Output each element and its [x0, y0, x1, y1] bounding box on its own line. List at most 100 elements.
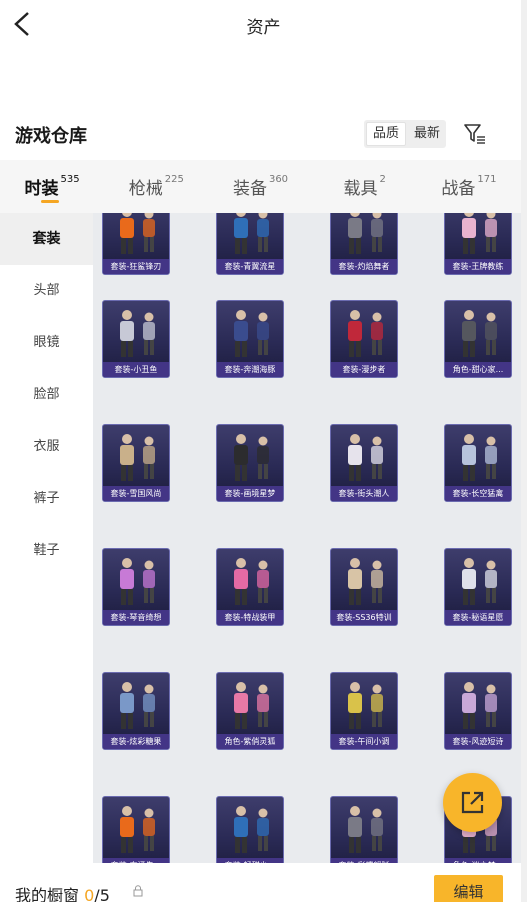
tab-count: 2 [379, 174, 386, 185]
active-tab-indicator [41, 200, 59, 203]
showcase-count: 0 [84, 886, 95, 902]
item-name: 套装-雪国风尚 [103, 486, 169, 501]
item-card[interactable]: 套装-长空猛禽 [444, 424, 512, 502]
showcase-label: 我的橱窗 0/5 [15, 882, 110, 902]
item-card[interactable]: 套装-风迹短诗 [444, 672, 512, 750]
outfit-thumbnail-icon [348, 213, 383, 254]
outfit-thumbnail-icon [462, 213, 497, 254]
subcategory-sidebar: 套装 头部 眼镜 脸部 衣服 裤子 鞋子 [0, 213, 93, 863]
outfit-thumbnail-icon [462, 558, 497, 605]
sidebar-item-head[interactable]: 头部 [0, 265, 93, 317]
outfit-thumbnail-icon [348, 558, 383, 605]
filter-icon[interactable] [463, 122, 487, 146]
tab-label: 装备 [232, 179, 267, 199]
item-card[interactable]: 套装-琴音绮想 [102, 548, 170, 626]
outfit-thumbnail-icon [234, 213, 269, 254]
outfit-thumbnail-icon [348, 806, 383, 853]
item-name: 套装-风迹短诗 [445, 734, 511, 749]
item-card[interactable]: 套装-灼焰舞者 [330, 213, 398, 275]
item-card[interactable]: 套装-奔涌先... [102, 796, 170, 863]
item-name: 角色-紫俏灵狐 [217, 734, 283, 749]
edit-button[interactable]: 编辑 [434, 875, 503, 902]
item-name: 套装-奔潮海豚 [217, 362, 283, 377]
item-name: 套装-SS36特训 [331, 610, 397, 625]
outfit-thumbnail-icon [348, 310, 383, 357]
item-card[interactable]: 套装-SS36特训 [330, 548, 398, 626]
item-name: 套装-王牌教练 [445, 259, 511, 274]
tab-combat-prep[interactable]: 战备 171 [417, 160, 521, 213]
outfit-thumbnail-icon [234, 310, 269, 357]
outfit-thumbnail-icon [348, 434, 383, 481]
showcase-total: /5 [94, 886, 110, 902]
page-scrollbar[interactable] [521, 0, 527, 902]
item-name: 套装-青翼流星 [217, 259, 283, 274]
tab-fashion[interactable]: 时装 535 [0, 160, 104, 213]
sort-option-newest[interactable]: 最新 [408, 120, 446, 148]
tab-label: 战备 [441, 179, 476, 199]
item-name: 套装-炫彩糖果 [103, 734, 169, 749]
item-card[interactable]: 套装-奔潮海豚 [216, 300, 284, 378]
item-card[interactable]: 套装-王牌教练 [444, 213, 512, 275]
outfit-thumbnail-icon [348, 682, 383, 729]
sidebar-item-pants[interactable]: 裤子 [0, 473, 93, 525]
item-name: 套装-小丑鱼 [103, 362, 169, 377]
item-card[interactable]: 套装-特战装甲 [216, 548, 284, 626]
item-name: 套装-午间小调 [331, 734, 397, 749]
top-bar: 资产 [0, 0, 527, 50]
item-name: 套装-特战装甲 [217, 610, 283, 625]
sidebar-item-outfit[interactable]: 套装 [0, 213, 93, 265]
item-name: 套装-秘语星愿 [445, 610, 511, 625]
outfit-thumbnail-icon [120, 213, 155, 254]
item-name: 套装-画境星梦 [217, 486, 283, 501]
outfit-thumbnail-icon [234, 682, 269, 729]
outfit-thumbnail-icon [120, 806, 155, 853]
tab-label: 时装 [24, 179, 59, 199]
tab-weapons[interactable]: 枪械 225 [104, 160, 208, 213]
tab-equipment[interactable]: 装备 360 [208, 160, 312, 213]
share-external-icon [461, 791, 484, 814]
lock-icon [133, 885, 143, 897]
outfit-thumbnail-icon [462, 434, 497, 481]
outfit-thumbnail-icon [120, 682, 155, 729]
item-name: 角色-甜心家... [445, 362, 511, 377]
item-card[interactable]: 套装-漫步者 [330, 300, 398, 378]
sidebar-item-shoes[interactable]: 鞋子 [0, 525, 93, 577]
item-name: 套装-琴音绮想 [103, 610, 169, 625]
sort-option-quality[interactable]: 品质 [366, 122, 407, 146]
outfit-thumbnail-icon [120, 310, 155, 357]
outfit-thumbnail-icon [120, 558, 155, 605]
outfit-thumbnail-icon [120, 434, 155, 481]
item-card[interactable]: 套装-画境星梦 [216, 424, 284, 502]
item-name: 套装-灼焰舞者 [331, 259, 397, 274]
item-name: 套装-街头潮人 [331, 486, 397, 501]
item-card[interactable]: 套装-秘语星愿 [444, 548, 512, 626]
outfit-thumbnail-icon [462, 682, 497, 729]
item-card[interactable]: 套装-午间小调 [330, 672, 398, 750]
tab-label: 载具 [343, 179, 378, 199]
sidebar-item-clothes[interactable]: 衣服 [0, 421, 93, 473]
outfit-thumbnail-icon [234, 558, 269, 605]
item-card[interactable]: 套装-炫彩糖果 [102, 672, 170, 750]
showcase-title: 我的橱窗 [15, 886, 80, 902]
item-card[interactable]: 套装-雪国风尚 [102, 424, 170, 502]
sidebar-item-face[interactable]: 脸部 [0, 369, 93, 421]
item-card[interactable]: 套装-小丑鱼 [102, 300, 170, 378]
sort-toggle: 品质 最新 [364, 120, 447, 148]
item-card[interactable]: 套装-轻甜少... [216, 796, 284, 863]
outfit-thumbnail-icon [462, 310, 497, 357]
tab-vehicles[interactable]: 载具 2 [313, 160, 417, 213]
item-card[interactable]: 套装-彩蝶翩跹 [330, 796, 398, 863]
share-button[interactable] [443, 773, 502, 832]
tab-label: 枪械 [128, 179, 163, 199]
page-title: 资产 [246, 18, 281, 38]
item-card[interactable]: 角色-甜心家... [444, 300, 512, 378]
warehouse-title: 游戏仓库 [15, 126, 87, 147]
item-name: 套装-漫步者 [331, 362, 397, 377]
item-name: 套装-长空猛禽 [445, 486, 511, 501]
item-card[interactable]: 套装-街头潮人 [330, 424, 398, 502]
item-card[interactable]: 套装-狂鲨锋刃 [102, 213, 170, 275]
tab-count: 171 [477, 174, 497, 185]
sidebar-item-glasses[interactable]: 眼镜 [0, 317, 93, 369]
item-card[interactable]: 套装-青翼流星 [216, 213, 284, 275]
item-card[interactable]: 角色-紫俏灵狐 [216, 672, 284, 750]
